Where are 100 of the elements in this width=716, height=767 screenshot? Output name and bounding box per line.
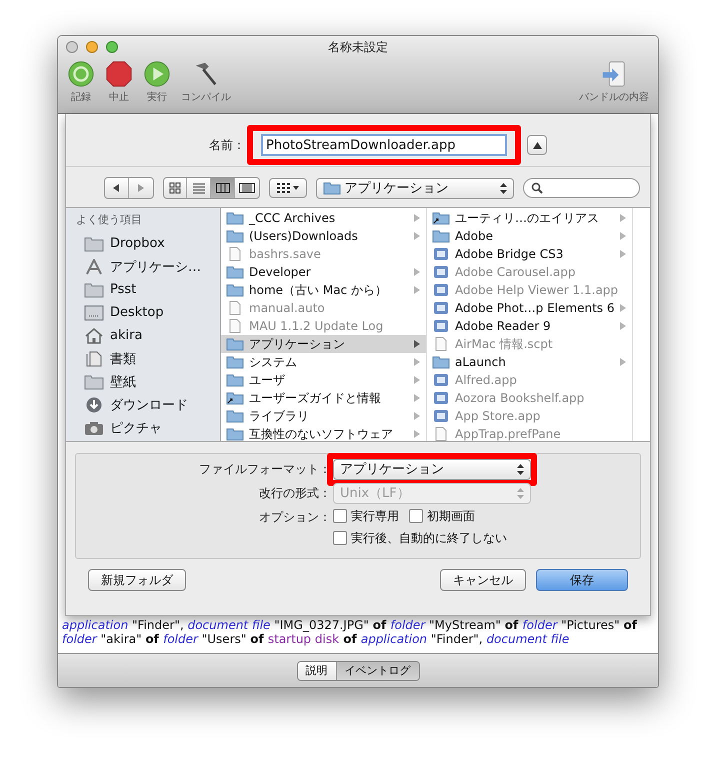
arrange-button[interactable] <box>268 178 307 198</box>
expand-button[interactable] <box>527 135 547 155</box>
file-row[interactable]: ライブラリ <box>221 407 426 425</box>
disclosure-arrow-icon <box>620 214 626 222</box>
file-row[interactable]: 互換性のないソフトウェア <box>221 425 426 441</box>
checkbox[interactable]: 実行専用 <box>333 506 399 526</box>
folder-icon <box>322 181 341 195</box>
folder-icon <box>84 236 104 252</box>
toolbar-button[interactable]: 実行 <box>140 60 174 104</box>
disclosure-arrow-icon <box>414 232 420 240</box>
column-view-icon <box>216 182 230 194</box>
folder-icon <box>226 229 244 243</box>
line-ending-label: 改行の形式： <box>258 484 332 502</box>
close-button[interactable] <box>66 41 78 53</box>
disclosure-arrow-icon <box>414 286 420 294</box>
arrange-icon <box>276 182 300 194</box>
disclosure-arrow-icon <box>414 412 420 420</box>
folder-icon <box>84 374 104 390</box>
folder-icon <box>226 409 244 423</box>
file-row[interactable]: aLaunch <box>427 353 632 371</box>
folder-icon <box>226 337 244 351</box>
toolbar-button[interactable]: バンドルの内容 <box>576 60 652 104</box>
sidebar-item[interactable]: 壁紙 <box>66 370 220 393</box>
stop-icon <box>105 60 133 88</box>
view-mode-button[interactable] <box>211 178 235 198</box>
file-row[interactable]: Developer <box>221 263 426 281</box>
search-field[interactable] <box>523 178 640 198</box>
folder-icon <box>226 283 244 297</box>
name-field[interactable]: PhotoStreamDownloader.app <box>261 134 507 156</box>
app-icon <box>432 247 450 261</box>
file-row[interactable]: Adobe <box>427 227 632 245</box>
sidebar-item[interactable]: 書類 <box>66 347 220 370</box>
toolbar-button[interactable]: 記録 <box>64 60 98 104</box>
dialog-button[interactable]: 保存 <box>536 569 628 591</box>
folder-icon <box>84 282 104 298</box>
location-popup[interactable]: アプリケーション <box>316 178 514 198</box>
disclosure-arrow-icon <box>620 250 626 258</box>
file-row[interactable]: Adobe Phot…p Elements 6 <box>427 299 632 317</box>
alias-folder-icon <box>226 391 244 405</box>
dialog-button[interactable]: キャンセル <box>440 569 526 591</box>
disclosure-arrow-icon <box>620 304 626 312</box>
script-line: folder "akira" of folder "Users" of startup disk of application "Finder", document file <box>62 632 570 646</box>
file-row[interactable]: Adobe Reader 9 <box>427 317 632 335</box>
app-icon <box>432 409 450 423</box>
dialog-button[interactable]: 新規フォルダ <box>88 569 186 591</box>
file-row[interactable]: (Users)Downloads <box>221 227 426 245</box>
house-icon <box>84 328 104 344</box>
minimize-button[interactable] <box>86 41 98 53</box>
disclosure-arrow-icon <box>414 268 420 276</box>
sidebar-item[interactable]: ピクチャ <box>66 416 220 439</box>
app-icon <box>432 391 450 405</box>
file-row[interactable]: _CCC Archives <box>221 209 426 227</box>
apps-icon <box>84 258 104 274</box>
view-tab[interactable]: イベントログ <box>336 662 418 680</box>
file-row[interactable]: アプリケーション <box>221 335 426 353</box>
cover-flow-icon <box>238 182 255 194</box>
sidebar-item[interactable]: アプリケーシ… <box>66 255 220 278</box>
disclosure-arrow-icon <box>414 358 420 366</box>
file-row[interactable]: ユーザ <box>221 371 426 389</box>
zoom-button[interactable] <box>106 41 118 53</box>
folder-icon <box>432 229 450 243</box>
forward-arrow-icon <box>136 183 146 193</box>
file-row[interactable]: ユーザーズガイドと情報 <box>221 389 426 407</box>
list-view-icon <box>192 182 205 194</box>
folder-icon <box>226 265 244 279</box>
app-icon <box>432 301 450 315</box>
app-icon <box>432 265 450 279</box>
format-label: ファイルフォーマット： <box>198 460 332 478</box>
name-label: 名前： <box>209 136 245 154</box>
sidebar-item[interactable]: ダウンロード <box>66 393 220 416</box>
folder-icon <box>226 211 244 225</box>
back-arrow-icon <box>111 183 122 193</box>
updown-arrows-icon <box>500 182 507 194</box>
updown-arrows-icon <box>517 464 524 474</box>
sidebar-item[interactable]: akira <box>66 324 220 347</box>
app-icon <box>432 319 450 333</box>
file-row[interactable]: システム <box>221 353 426 371</box>
sidebar-item[interactable]: Psst <box>66 278 220 301</box>
sidebar-item[interactable]: Dropbox <box>66 232 220 255</box>
checkbox[interactable]: 実行後、自動的に終了しない <box>333 528 563 548</box>
documents-icon <box>84 350 104 366</box>
sidebar-item[interactable]: Desktop <box>66 301 220 324</box>
disclosure-arrow-icon <box>620 322 626 330</box>
checkbox[interactable]: 初期画面 <box>409 506 475 526</box>
record-icon <box>67 60 95 88</box>
camera-icon <box>84 420 104 436</box>
toolbar-button[interactable]: コンパイル <box>178 60 234 104</box>
up-triangle-icon <box>532 142 542 148</box>
file-row[interactable]: Adobe Bridge CS3 <box>427 245 632 263</box>
format-popup[interactable]: アプリケーション <box>333 458 531 480</box>
folder-icon <box>432 355 450 369</box>
disclosure-arrow-icon <box>414 214 420 222</box>
icon-view-icon <box>168 182 181 194</box>
view-tab[interactable]: 説明 <box>298 662 336 680</box>
toolbar-button[interactable]: 中止 <box>102 60 136 104</box>
desktop-icon <box>84 304 104 320</box>
script-line: application "Finder", document file "IMG_0327.JPG" of folder "MyStream" of folder "Pictures" of <box>62 618 637 632</box>
disclosure-arrow-icon <box>620 358 626 366</box>
file-row[interactable]: home（古い Mac から） <box>221 281 426 299</box>
file-row[interactable]: ユーティリ…のエイリアス <box>427 209 632 227</box>
